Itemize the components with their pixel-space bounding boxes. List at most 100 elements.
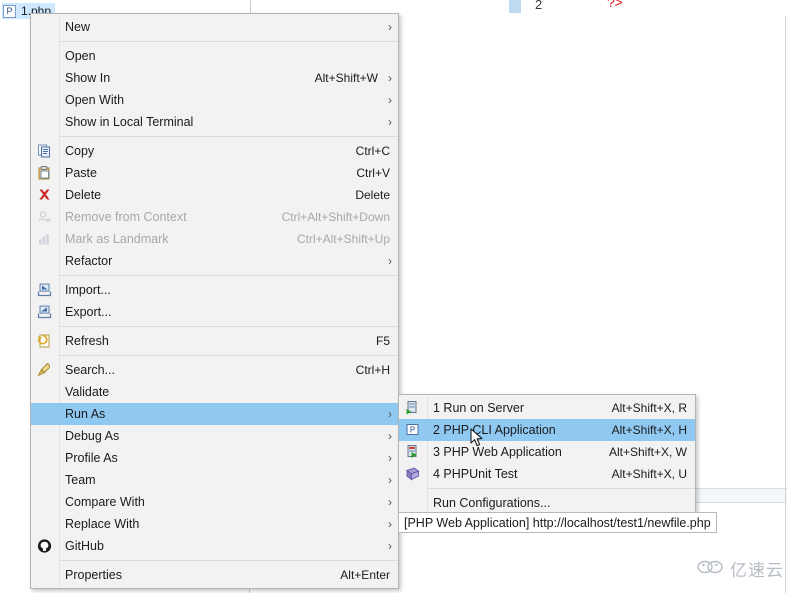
menu-item-github[interactable]: GitHub › — [31, 535, 398, 557]
menu-item-label: 3 PHP Web Application — [433, 445, 562, 459]
remove-from-context-icon — [36, 209, 53, 226]
search-icon — [36, 362, 53, 379]
copy-icon — [36, 143, 53, 160]
menu-item-validate[interactable]: Validate — [31, 381, 398, 403]
menu-item-2-php-cli-application[interactable]: P 2 PHP CLI Application Alt+Shift+X, H — [399, 419, 695, 441]
menu-item-shortcut: Alt+Shift+W — [314, 71, 378, 85]
menu-item-new[interactable]: New › — [31, 16, 398, 38]
menu-item-label: Mark as Landmark — [65, 232, 169, 246]
menu-item-remove-from-context: Remove from Context Ctrl+Alt+Shift+Down — [31, 206, 398, 228]
menu-item-paste[interactable]: Paste Ctrl+V — [31, 162, 398, 184]
menu-item-open[interactable]: Open — [31, 45, 398, 67]
menu-item-debug-as[interactable]: Debug As › — [31, 425, 398, 447]
php-web-icon — [404, 444, 421, 461]
github-icon — [36, 538, 53, 555]
menu-item-shortcut: Ctrl+Alt+Shift+Down — [281, 210, 390, 224]
menu-item-label: Compare With — [65, 495, 145, 509]
menu-item-3-php-web-application[interactable]: 3 PHP Web Application Alt+Shift+X, W — [399, 441, 695, 463]
menu-item-label: Profile As — [65, 451, 118, 465]
menu-item-export[interactable]: Export... — [31, 301, 398, 323]
menu-item-label: Show In — [65, 71, 111, 85]
tooltip-text: [PHP Web Application] http://localhost/t… — [404, 515, 711, 530]
cloud-logo-icon — [697, 559, 725, 579]
editor-selection-block — [509, 0, 521, 13]
menu-item-shortcut: Alt+Shift+X, W — [608, 445, 687, 459]
menu-item-refactor[interactable]: Refactor › — [31, 250, 398, 272]
menu-item-team[interactable]: Team › — [31, 469, 398, 491]
menu-item-shortcut: Alt+Shift+X, H — [611, 423, 687, 437]
menu-item-properties[interactable]: Properties Alt+Enter — [31, 564, 398, 586]
menu-item-search[interactable]: Search... Ctrl+H — [31, 359, 398, 381]
menu-separator — [59, 355, 398, 356]
menu-separator — [59, 136, 398, 137]
run-on-server-icon — [404, 400, 421, 417]
menu-item-label: Refactor — [65, 254, 113, 268]
menu-item-shortcut: Delete — [355, 188, 390, 202]
export-icon — [36, 304, 53, 321]
paste-icon — [36, 165, 53, 182]
menu-item-label: Run Configurations... — [433, 496, 551, 510]
chevron-right-icon: › — [388, 93, 392, 107]
menu-item-label: Export... — [65, 305, 112, 319]
menu-item-label: Import... — [65, 283, 111, 297]
menu-item-label: Replace With — [65, 517, 140, 531]
chevron-right-icon: › — [388, 517, 392, 531]
menu-item-label: Refresh — [65, 334, 109, 348]
menu-item-delete[interactable]: Delete Delete — [31, 184, 398, 206]
menu-item-shortcut: Ctrl+Alt+Shift+Up — [296, 232, 390, 246]
menu-item-label: 2 PHP CLI Application — [433, 423, 556, 437]
menu-item-mark-as-landmark: Mark as Landmark Ctrl+Alt+Shift+Up — [31, 228, 398, 250]
menu-item-label: Run As — [65, 407, 106, 421]
screen-root: 2 ?> P 1.php New › Open Show In Alt+Shift+W ›… — [0, 0, 787, 593]
chevron-right-icon: › — [388, 71, 392, 85]
menu-item-label: Validate — [65, 385, 110, 399]
menu-item-1-run-on-server[interactable]: 1 Run on Server Alt+Shift+X, R — [399, 397, 695, 419]
menu-item-run-as[interactable]: Run As › — [31, 403, 398, 425]
menu-item-label: 1 Run on Server — [433, 401, 525, 415]
watermark-text: 亿速云 — [730, 561, 784, 581]
menu-item-open-with[interactable]: Open With › — [31, 89, 398, 111]
editor-line-number: 2 — [535, 0, 543, 12]
menu-item-compare-with[interactable]: Compare With › — [31, 491, 398, 513]
menu-item-shortcut: Alt+Shift+X, R — [611, 401, 687, 415]
menu-item-shortcut: Ctrl+V — [356, 166, 390, 180]
menu-item-profile-as[interactable]: Profile As › — [31, 447, 398, 469]
menu-item-import[interactable]: Import... — [31, 279, 398, 301]
php-cli-icon: P — [404, 422, 421, 439]
menu-item-show-in[interactable]: Show In Alt+Shift+W › — [31, 67, 398, 89]
menu-item-label: Delete — [65, 188, 102, 202]
context-menu[interactable]: New › Open Show In Alt+Shift+W › Open With › Sho… — [30, 13, 399, 589]
chevron-right-icon: › — [388, 473, 392, 487]
menu-item-label: Open With — [65, 93, 125, 107]
chevron-right-icon: › — [388, 539, 392, 553]
menu-separator — [59, 41, 398, 42]
refresh-icon — [36, 333, 53, 350]
menu-item-show-in-local-terminal[interactable]: Show in Local Terminal › — [31, 111, 398, 133]
menu-item-label: Properties — [65, 568, 122, 582]
svg-text:P: P — [410, 426, 415, 435]
chevron-right-icon: › — [388, 407, 392, 421]
menu-separator — [59, 560, 398, 561]
menu-item-run-configurations[interactable]: Run Configurations... — [399, 492, 695, 514]
menu-separator — [427, 488, 695, 489]
menu-item-copy[interactable]: Copy Ctrl+C — [31, 140, 398, 162]
menu-item-label: Search... — [65, 363, 116, 377]
menu-item-label: Remove from Context — [65, 210, 187, 224]
run-as-submenu[interactable]: 1 Run on Server Alt+Shift+X, R P 2 PHP CLI … — [398, 394, 696, 517]
menu-item-4-phpunit-test[interactable]: 4 PHPUnit Test Alt+Shift+X, U — [399, 463, 695, 485]
import-icon — [36, 282, 53, 299]
menu-item-refresh[interactable]: Refresh F5 — [31, 330, 398, 352]
chevron-right-icon: › — [388, 495, 392, 509]
php-file-icon: P — [3, 4, 16, 18]
chevron-right-icon: › — [388, 254, 392, 268]
menu-item-label: Team — [65, 473, 96, 487]
menu-item-shortcut: Alt+Enter — [340, 568, 390, 582]
menu-item-replace-with[interactable]: Replace With › — [31, 513, 398, 535]
phpunit-icon — [404, 466, 421, 483]
menu-item-label: Copy — [65, 144, 95, 158]
status-tooltip: [PHP Web Application] http://localhost/t… — [398, 512, 717, 533]
chevron-right-icon: › — [388, 451, 392, 465]
mark-as-landmark-icon — [36, 231, 53, 248]
menu-item-shortcut: Alt+Shift+X, U — [611, 467, 687, 481]
menu-item-label: Debug As — [65, 429, 120, 443]
